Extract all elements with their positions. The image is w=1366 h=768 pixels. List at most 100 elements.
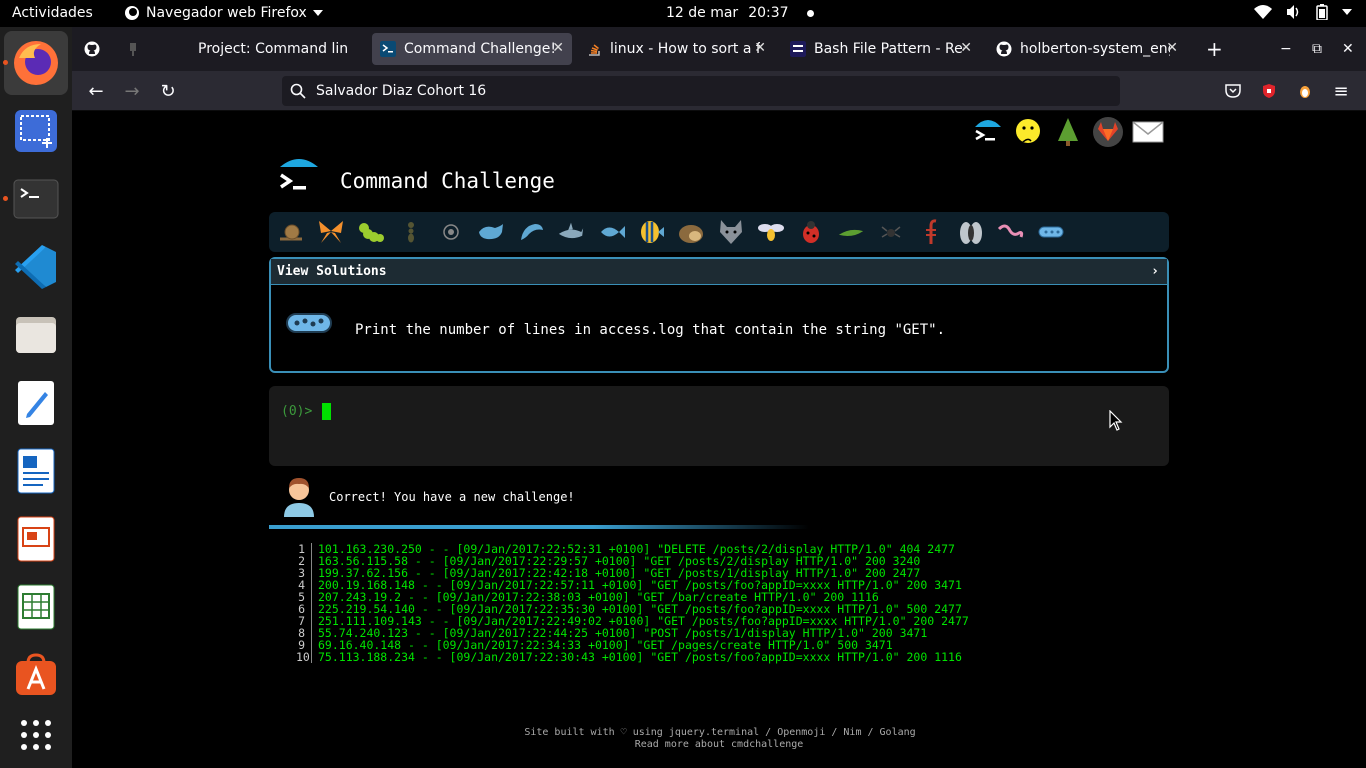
reload-button[interactable]: ↻ <box>157 80 179 102</box>
terminal-icon <box>13 179 59 219</box>
github-icon <box>996 41 1012 57</box>
tree-link[interactable] <box>1051 115 1085 149</box>
line-text: 75.113.188.234 - - [09/Jan/2017:22:30:43… <box>318 650 962 664</box>
hint-link[interactable] <box>1011 115 1045 149</box>
worm-icon[interactable] <box>997 218 1025 246</box>
gitlab-icon <box>1093 117 1123 147</box>
email-link[interactable] <box>1131 115 1165 149</box>
activities-button[interactable]: Actividades <box>12 5 93 21</box>
terminal[interactable]: (0)> <box>269 386 1169 466</box>
running-indicator <box>3 196 8 201</box>
scorpion-icon[interactable] <box>917 218 945 246</box>
footer-credits[interactable]: Site built with ♡ using jquery.terminal … <box>73 727 1366 739</box>
tab-label: linux - How to sort a fil <box>610 41 760 57</box>
dock-writer[interactable] <box>4 439 68 503</box>
footer-about-link[interactable]: Read more about cmdchallenge <box>72 739 1366 751</box>
fish-icon[interactable] <box>597 218 625 246</box>
progress-bar <box>269 525 809 529</box>
success-message: Correct! You have a new challenge! <box>329 490 575 504</box>
dock-vscode[interactable] <box>4 235 68 299</box>
microbe-icon[interactable] <box>437 218 465 246</box>
close-icon[interactable]: ✕ <box>960 40 972 56</box>
dock-files[interactable] <box>4 303 68 367</box>
bee-icon[interactable] <box>757 218 785 246</box>
pocket-button[interactable] <box>1222 80 1244 102</box>
envelope-icon <box>1132 121 1164 143</box>
dock-text-editor[interactable] <box>4 371 68 435</box>
gitlab-link[interactable] <box>1091 115 1125 149</box>
tree-icon <box>1058 118 1078 146</box>
tab-bash-file-pattern[interactable]: Bash File Pattern - Reg ✕ <box>782 33 980 65</box>
hedgehog-icon[interactable] <box>677 218 705 246</box>
clock-date: 12 de mar <box>666 5 739 21</box>
clock-time: 20:37 <box>748 5 789 21</box>
view-solutions-toggle[interactable]: View Solutions › <box>271 259 1167 285</box>
minimize-button[interactable]: − <box>1272 33 1298 65</box>
tropical-fish-icon[interactable] <box>637 218 665 246</box>
bacteria-icon <box>286 313 332 333</box>
extension-icon <box>1300 86 1310 98</box>
extension-button[interactable] <box>1294 80 1316 102</box>
regex-favicon-icon <box>790 41 806 57</box>
dock-software-center[interactable] <box>4 643 68 707</box>
ant-icon[interactable] <box>397 218 425 246</box>
spider-icon[interactable] <box>877 218 905 246</box>
caterpillar-icon[interactable] <box>357 218 385 246</box>
url-bar[interactable]: Salvador Diaz Cohort 16 <box>282 76 1120 106</box>
snail-icon[interactable] <box>277 218 305 246</box>
back-button[interactable]: ← <box>85 80 107 102</box>
screenshot-icon <box>15 110 57 152</box>
terminal-cursor <box>322 403 331 420</box>
arrow-right-icon: → <box>124 80 140 102</box>
dock-calc[interactable] <box>4 575 68 639</box>
new-tab-button[interactable]: + <box>1198 33 1226 65</box>
tab-holberton-system-eng[interactable]: holberton-system_eng ✕ <box>988 33 1186 65</box>
tab-project-command-line[interactable]: Project: Command line × <box>166 33 364 65</box>
system-menu[interactable] <box>1254 4 1352 20</box>
page-title: Command Challenge <box>340 169 555 193</box>
ladybug-icon[interactable] <box>797 218 825 246</box>
tab-linux-sort[interactable]: linux - How to sort a fil ✕ <box>578 33 774 65</box>
extension-button[interactable] <box>1258 80 1280 102</box>
dock-screenshot[interactable] <box>4 99 68 163</box>
clock[interactable]: 12 de mar 20:37 <box>666 5 814 21</box>
dock-app-grid[interactable] <box>4 703 68 767</box>
terminal-favicon-icon <box>380 41 396 57</box>
shark-icon[interactable] <box>557 218 585 246</box>
footer: Site built with ♡ using jquery.terminal … <box>72 727 1366 751</box>
pinned-tab-github[interactable] <box>76 33 108 65</box>
running-indicator <box>3 60 8 65</box>
wolf-icon[interactable] <box>717 218 745 246</box>
butterfly-icon[interactable] <box>317 218 345 246</box>
whale-icon[interactable] <box>477 218 505 246</box>
holberton-icon <box>176 43 188 55</box>
mouse-pointer-icon <box>1109 410 1123 431</box>
solutions-panel: View Solutions › Print the number of lin… <box>269 257 1169 373</box>
dock-firefox[interactable] <box>4 31 68 95</box>
dock-terminal[interactable] <box>4 167 68 231</box>
forward-button[interactable]: → <box>121 80 143 102</box>
close-icon[interactable]: ✕ <box>1166 40 1178 56</box>
minimize-icon: − <box>1280 41 1292 57</box>
tab-bar: Project: Command line × Command Challeng… <box>72 27 1366 71</box>
menu-button[interactable]: ≡ <box>1330 80 1352 102</box>
close-icon[interactable]: ✕ <box>552 40 564 56</box>
reload-icon: ↻ <box>160 80 176 102</box>
dock-impress[interactable] <box>4 507 68 571</box>
cricket-icon[interactable] <box>837 218 865 246</box>
maximize-button[interactable]: ⧉ <box>1304 33 1330 65</box>
fly-icon[interactable] <box>957 218 985 246</box>
tab-command-challenge[interactable]: Command Challenge! ✕ <box>372 33 572 65</box>
terminal-link[interactable] <box>971 115 1005 149</box>
app-menu[interactable]: Navegador web Firefox <box>124 5 323 21</box>
close-icon: ✕ <box>1342 41 1354 57</box>
challenge-description: Print the number of lines in access.log … <box>355 322 946 338</box>
pinned-tab[interactable] <box>118 33 150 65</box>
restore-icon: ⧉ <box>1312 41 1322 57</box>
caret-down-icon <box>312 10 323 16</box>
close-icon[interactable]: ✕ <box>754 40 766 56</box>
notification-dot <box>806 9 814 17</box>
dolphin-icon[interactable] <box>517 218 545 246</box>
bacteria-icon[interactable] <box>1037 218 1065 246</box>
close-window-button[interactable]: ✕ <box>1334 33 1360 65</box>
